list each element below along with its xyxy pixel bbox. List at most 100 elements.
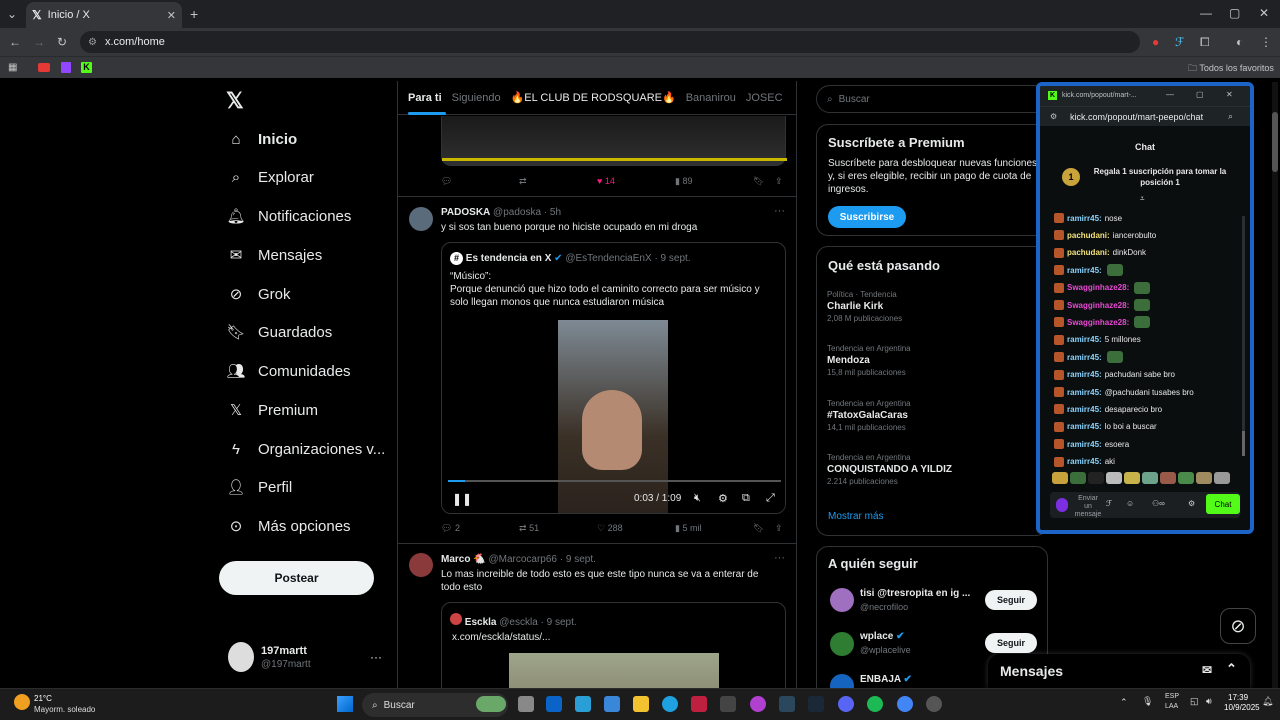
tweet-time[interactable]: · 9 sept.	[560, 554, 596, 565]
network-icon[interactable]: ◱	[1190, 696, 1199, 707]
chat-message[interactable]: ramirr45:	[1054, 263, 1123, 277]
bookmark-icon[interactable]: 🔖︎	[753, 176, 764, 187]
expand-icon[interactable]: ⌃	[1226, 661, 1237, 677]
popout-maximize-icon[interactable]: ▢	[1196, 90, 1204, 99]
profile-icon[interactable]: ◐	[1236, 35, 1243, 49]
reply-button[interactable]: 💬︎ 2	[441, 523, 460, 534]
tab-close-icon[interactable]: ✕	[167, 9, 176, 22]
chat-message[interactable]: pachudani: iancerobulto	[1054, 228, 1156, 242]
taskbar-widget-icon[interactable]	[476, 696, 506, 712]
show-more-link[interactable]: Mostrar más	[828, 511, 884, 522]
forward-icon[interactable]: →	[33, 35, 45, 49]
fullscreen-icon[interactable]: ⤢	[766, 492, 775, 505]
chat-message[interactable]: ramirr45: 5 millones	[1054, 333, 1141, 347]
twitch-bookmark-icon[interactable]	[61, 62, 71, 73]
bookmark-icon[interactable]: 🔖︎	[753, 523, 764, 534]
share-icon[interactable]: ⇪	[775, 176, 783, 187]
chat-scrollbar[interactable]	[1242, 216, 1245, 456]
video-player[interactable]: ❚❚ 0:03 / 1:09 🔇︎ ⚙ ⧉ ⤢	[442, 320, 785, 513]
popout-close-icon[interactable]: ✕	[1226, 90, 1233, 99]
subscribe-button[interactable]: Suscribirse	[828, 206, 906, 228]
voice-icon[interactable]	[1056, 498, 1068, 512]
back-icon[interactable]: ←	[9, 35, 21, 49]
views-button[interactable]: ▮ 89	[675, 176, 692, 187]
avatar[interactable]	[830, 632, 854, 656]
trend-item[interactable]: Política · Tendencia Charlie Kirk 2,08 M…	[827, 290, 902, 323]
chat-username[interactable]: ramirr45:	[1067, 440, 1102, 449]
weather-icon[interactable]	[14, 694, 30, 710]
extension-translate-icon[interactable]: ℱ	[1175, 35, 1184, 49]
popout-zoom-icon[interactable]: ⌕	[1228, 111, 1233, 122]
pause-icon[interactable]: ❚❚	[452, 492, 472, 506]
trend-item[interactable]: Tendencia en Argentina CONQUISTANDO A YI…	[827, 453, 952, 486]
emote-icon[interactable]	[1088, 472, 1104, 484]
store-icon[interactable]	[604, 696, 620, 712]
avatar[interactable]	[830, 588, 854, 612]
emote-icon[interactable]	[1106, 472, 1122, 484]
trend-item[interactable]: Tendencia en Argentina #TatoxGalaCaras 1…	[827, 399, 911, 432]
chat-username[interactable]: pachudani:	[1067, 231, 1110, 240]
chat-username[interactable]: ramirr45:	[1067, 335, 1102, 344]
tray-chevron-icon[interactable]: ⌃	[1120, 697, 1128, 708]
chat-message[interactable]: ramirr45: nose	[1054, 211, 1122, 225]
chat-message[interactable]: ramirr45: esoera	[1054, 437, 1129, 451]
outlook-icon[interactable]	[546, 696, 562, 712]
minimize-icon[interactable]: —	[1200, 6, 1212, 20]
calculator-icon[interactable]	[720, 696, 736, 712]
search-box[interactable]: ⌕ Buscar	[816, 85, 1048, 113]
new-tab-icon[interactable]: +	[190, 7, 198, 21]
chat-username[interactable]: Swagginhaze28:	[1067, 318, 1129, 327]
follow-name[interactable]: tisi @tresropita en ig ...	[860, 588, 970, 599]
windows-start-icon[interactable]	[337, 696, 353, 712]
emote-icon[interactable]	[1070, 472, 1086, 484]
tweet-author-handle[interactable]: @padoska	[493, 207, 541, 218]
picture-in-picture-icon[interactable]: ⧉	[742, 492, 750, 505]
chat-message[interactable]: ramirr45: aki	[1054, 455, 1115, 469]
quoted-tweet[interactable]: # Es tendencia en X ✔ @EsTendenciaEnX · …	[441, 242, 786, 514]
follow-button[interactable]: Seguir	[985, 633, 1037, 653]
page-scrollbar[interactable]	[1272, 82, 1278, 688]
chat-input[interactable]: Enviar un mensaje	[1074, 495, 1102, 519]
like-button[interactable]: ♡ 288	[597, 523, 623, 534]
chat-settings-icon[interactable]: ⚙	[1188, 499, 1195, 508]
tab-bananirou[interactable]: Bananirou	[686, 92, 736, 104]
kick-bookmark-icon[interactable]: K	[81, 62, 92, 73]
emote-icon[interactable]	[1142, 472, 1158, 484]
chat-message[interactable]: Swagginhaze28:	[1054, 298, 1151, 312]
spotify-icon[interactable]	[867, 696, 883, 712]
nav-item-grok[interactable]: ⊘ Grok	[226, 279, 291, 309]
chat-username[interactable]: Swagginhaze28:	[1067, 301, 1129, 310]
site-info-icon[interactable]: ⚙	[88, 37, 97, 48]
browser-tab[interactable]: 𝕏 Inicio / X ✕	[26, 2, 182, 28]
nav-item-organizaciones[interactable]: ϟ Organizaciones v...	[226, 434, 385, 464]
chat-message[interactable]: ramirr45: lo boi a buscar	[1054, 420, 1157, 434]
emote-icon[interactable]	[1214, 472, 1230, 484]
chat-username[interactable]: ramirr45:	[1067, 457, 1102, 466]
emote-icon[interactable]	[1196, 472, 1212, 484]
video-progress-track[interactable]	[448, 480, 781, 482]
chat-username[interactable]: ramirr45:	[1067, 405, 1102, 414]
account-avatar[interactable]	[228, 642, 254, 672]
language-top[interactable]: ESP	[1165, 693, 1179, 700]
follow-name-row[interactable]: wplace ✔	[860, 631, 905, 642]
pinned-toggle-icon[interactable]: ⩡	[1140, 194, 1145, 204]
extension-red-icon[interactable]: ●	[1152, 35, 1159, 49]
popout-minimize-icon[interactable]: —	[1166, 90, 1174, 99]
emote-bar[interactable]	[1050, 472, 1230, 487]
window-close-icon[interactable]: ✕	[1259, 6, 1269, 20]
video-settings-icon[interactable]: ⚙	[718, 492, 728, 505]
notifications-icon[interactable]: 🔔︎	[1262, 696, 1273, 707]
emote-icon[interactable]	[1160, 472, 1176, 484]
repost-button[interactable]: ⇄ 51	[519, 523, 539, 534]
chat-message[interactable]: ramirr45:	[1054, 350, 1123, 364]
avatar[interactable]	[409, 207, 433, 231]
views-button[interactable]: ▮ 5 mil	[675, 523, 701, 534]
steam-alt-icon[interactable]	[808, 696, 824, 712]
chat-username[interactable]: ramirr45:	[1067, 214, 1102, 223]
share-icon[interactable]: ⇪	[775, 523, 783, 534]
file-explorer-icon[interactable]	[633, 696, 649, 712]
like-button[interactable]: ♥ 14	[597, 176, 615, 186]
nav-item-mensajes[interactable]: ✉ Mensajes	[226, 240, 323, 270]
send-chat-button[interactable]: Chat	[1206, 494, 1240, 514]
steam-icon[interactable]	[779, 696, 795, 712]
